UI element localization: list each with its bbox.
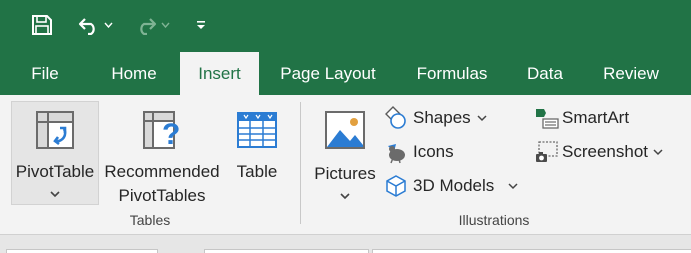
pivot-table-label: PivotTable — [15, 162, 95, 181]
tab-page-layout[interactable]: Page Layout — [268, 52, 388, 95]
recommended-pivottables-button[interactable]: ? Recommended PivotTables — [101, 101, 223, 205]
recommended-label-line2: PivotTables — [118, 186, 206, 205]
smartart-icon — [536, 109, 559, 129]
screenshot-icon — [536, 141, 558, 162]
shapes-button[interactable]: Shapes — [384, 104, 487, 132]
chevron-down-icon — [508, 182, 518, 189]
recommended-label-line1: Recommended — [104, 162, 220, 181]
save-button[interactable] — [28, 8, 56, 42]
redo-icon — [140, 18, 157, 35]
pictures-label: Pictures — [314, 164, 376, 183]
3d-models-label: 3D Models — [413, 176, 495, 195]
shapes-icon — [385, 106, 406, 129]
customize-toolbar-button[interactable] — [190, 8, 212, 42]
chevron-down-icon — [653, 148, 663, 155]
svg-text:?: ? — [162, 118, 180, 151]
table-icon — [237, 112, 277, 148]
screenshot-button[interactable]: Screenshot — [535, 138, 663, 166]
formula-input[interactable] — [372, 249, 691, 253]
chevron-down-icon — [50, 191, 60, 198]
smartart-button[interactable]: SmartArt — [535, 104, 629, 132]
tab-file[interactable]: File — [15, 52, 75, 95]
formula-bar-controls[interactable] — [204, 249, 369, 253]
tab-home[interactable]: Home — [96, 52, 172, 95]
undo-icon — [78, 18, 95, 35]
pivot-table-icon — [36, 111, 74, 149]
table-label: Table — [236, 162, 278, 181]
tables-group-label: Tables — [129, 212, 171, 228]
pictures-button[interactable]: Pictures — [311, 101, 379, 205]
3d-models-button[interactable]: 3D Models — [384, 172, 518, 200]
icons-label: Icons — [413, 142, 454, 161]
pivot-table-button[interactable]: PivotTable — [11, 101, 99, 205]
undo-dropdown-icon[interactable] — [104, 22, 113, 28]
smartart-label: SmartArt — [562, 108, 630, 127]
pictures-icon — [325, 111, 365, 149]
recommended-pivot-icon: ? — [143, 111, 180, 151]
table-button[interactable]: Table — [228, 101, 286, 205]
tab-formulas[interactable]: Formulas — [404, 52, 500, 95]
save-icon — [32, 15, 52, 35]
formula-bar-strip — [0, 234, 691, 253]
undo-button[interactable] — [70, 8, 120, 42]
redo-dropdown-icon[interactable] — [161, 22, 170, 28]
tab-data[interactable]: Data — [515, 52, 575, 95]
chevron-down-icon — [340, 193, 350, 200]
ribbon-tabs: File Home Insert Page Layout Formulas Da… — [0, 52, 691, 95]
customize-toolbar-icon — [197, 21, 205, 29]
illustrations-group-label: Illustrations — [458, 212, 530, 228]
tab-insert[interactable]: Insert — [180, 52, 259, 95]
screenshot-label: Screenshot — [562, 142, 648, 161]
icons-button[interactable]: Icons — [384, 138, 454, 166]
chevron-down-icon — [477, 114, 487, 121]
group-divider — [300, 102, 301, 224]
quick-access-toolbar — [0, 0, 691, 52]
name-box[interactable] — [6, 249, 158, 253]
ribbon-panel: PivotTable ? Recommended PivotTables Tab… — [0, 95, 691, 234]
redo-button[interactable] — [128, 8, 176, 42]
3d-models-icon — [386, 175, 406, 197]
excel-window: File Home Insert Page Layout Formulas Da… — [0, 0, 691, 253]
shapes-label: Shapes — [413, 108, 471, 127]
icons-icon — [388, 144, 405, 164]
tab-review[interactable]: Review — [591, 52, 671, 95]
